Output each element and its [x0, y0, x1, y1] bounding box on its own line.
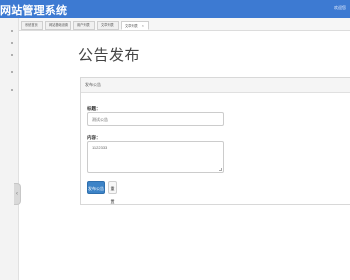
form-panel: 发布公告 标题： 测试公告 内容： 1122333 发布公告 重置	[80, 77, 350, 205]
tab-label: 文章列表	[101, 23, 114, 27]
tab-label: 网站基础设置	[49, 23, 69, 27]
tab-home[interactable]: 系统首页	[21, 21, 43, 30]
sidebar-item[interactable]	[11, 89, 13, 91]
tab-article-list-active[interactable]: 文章列表 ×	[121, 21, 149, 30]
content-text: 1122333	[92, 145, 108, 150]
top-bar: 网站管理系统 欢迎您	[0, 0, 350, 18]
tab-site-settings[interactable]: 网站基础设置	[45, 21, 71, 30]
tab-label: 用户列表	[77, 23, 90, 27]
sidebar	[0, 18, 19, 280]
page-title: 公告发布	[78, 46, 141, 64]
panel-header: 发布公告	[81, 78, 350, 93]
submit-button[interactable]: 发布公告	[87, 181, 105, 194]
sidebar-item[interactable]	[11, 30, 13, 32]
panel-title: 发布公告	[85, 82, 101, 87]
tab-user-list[interactable]: 用户列表	[73, 21, 95, 30]
title-input[interactable]: 测试公告	[87, 112, 224, 126]
app-title: 网站管理系统	[0, 5, 68, 17]
close-icon[interactable]: ×	[142, 23, 144, 28]
tab-article-list[interactable]: 文章列表	[97, 21, 119, 30]
sidebar-collapse-handle[interactable]: ‹	[14, 183, 21, 205]
resize-grip-icon[interactable]	[219, 168, 222, 171]
sidebar-item[interactable]	[11, 54, 13, 56]
chevron-left-icon: ‹	[16, 191, 18, 197]
tab-label: 文章列表	[125, 24, 138, 28]
sidebar-item[interactable]	[11, 42, 13, 44]
content-textarea[interactable]: 1122333	[87, 141, 224, 173]
tab-bar: 系统首页 网站基础设置 用户列表 文章列表 文章列表 ×	[19, 18, 350, 31]
tab-label: 系统首页	[25, 23, 38, 27]
sidebar-item[interactable]	[11, 71, 13, 73]
welcome-link[interactable]: 欢迎您	[334, 5, 346, 11]
reset-button[interactable]: 重置	[108, 181, 117, 204]
